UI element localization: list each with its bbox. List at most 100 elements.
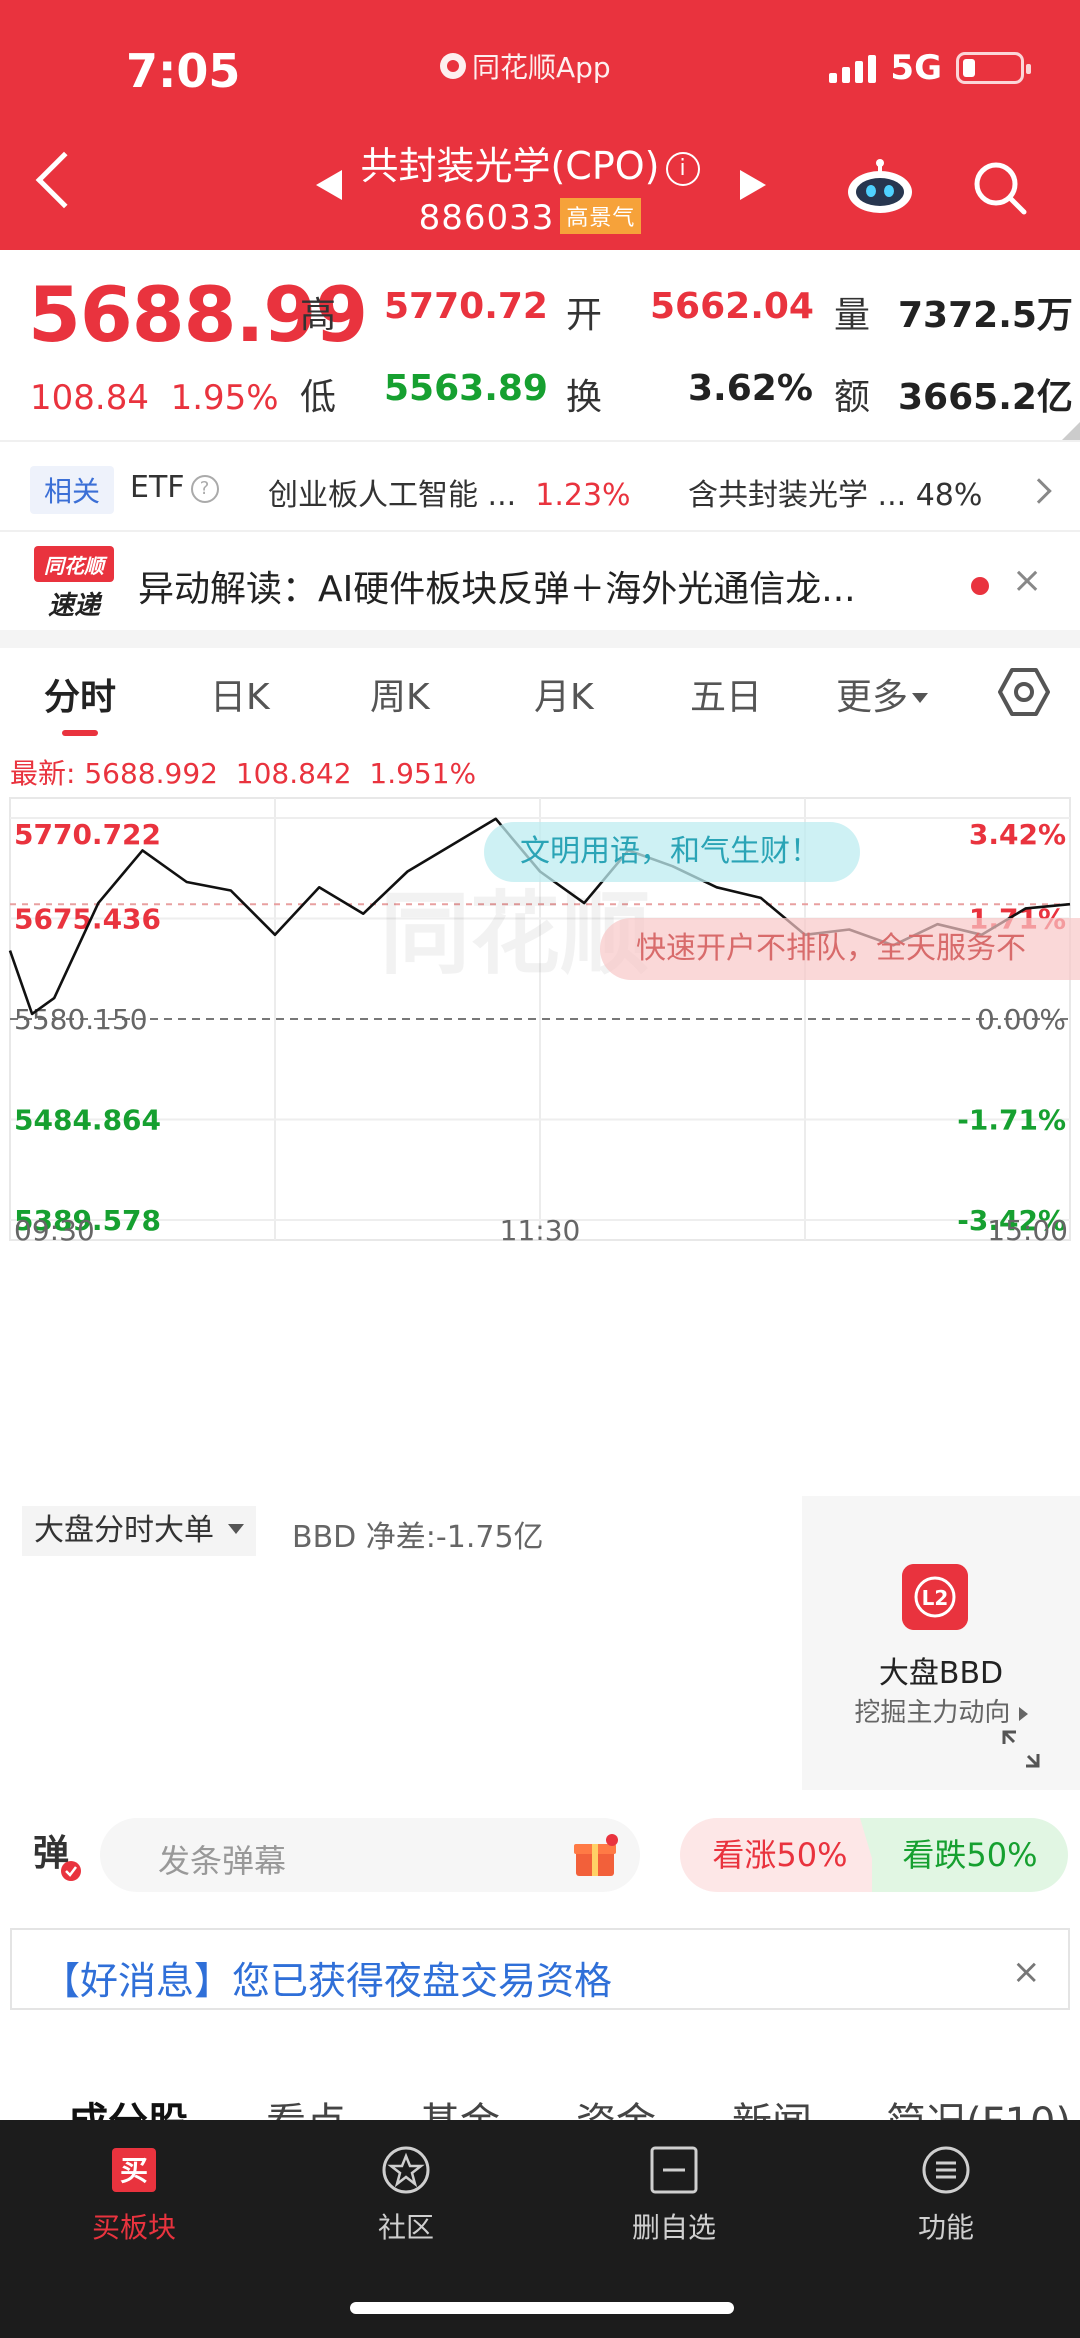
tab-more-label: 更多 (836, 677, 909, 718)
danmu-bubble: 文明用语，和气生财！ (484, 822, 860, 882)
code-row: 886033 高景气 (300, 198, 760, 238)
title-text: 共封装光学(CPO) (360, 144, 660, 188)
bbd-card-subtitle-text: 挖掘主力动向 (854, 1698, 1011, 1728)
home-indicator[interactable] (350, 2302, 734, 2314)
danmu-bar: 弹 发条弹幕 看涨50% 看跌50% (0, 1800, 1080, 1910)
nav-label: 删自选 (631, 2211, 716, 2244)
time-tick-label: 15:00 (987, 1214, 1068, 1247)
vote-bullish-button[interactable]: 看涨50% (680, 1818, 880, 1892)
battery-icon (956, 52, 1031, 84)
gift-icon[interactable] (572, 1834, 618, 1878)
amount-label: 额 (834, 377, 871, 418)
high-value: 5770.72 (384, 286, 548, 327)
price-tick-label: 5770.722 (14, 818, 161, 851)
remove-watchlist-icon (650, 2146, 698, 2194)
search-icon[interactable] (972, 160, 1028, 216)
chevron-down-icon (912, 693, 929, 703)
info-icon[interactable]: i (665, 152, 700, 186)
l2-icon: L2 (902, 1564, 968, 1630)
heat-tag: 高景气 (560, 198, 642, 234)
status-time: 7:05 (126, 44, 241, 98)
close-icon[interactable]: × (1012, 560, 1042, 601)
tab-funds[interactable]: 基金 (420, 2090, 500, 2120)
etf-percent: 1.23% (535, 478, 631, 513)
tab-f10[interactable]: 简况(F10) (886, 2090, 1071, 2120)
etf-label[interactable]: ETF? (130, 470, 219, 505)
danmu-bubble: 快速开户不排队，全天服务不 (600, 918, 1080, 980)
check-badge-icon (61, 1861, 81, 1881)
detail-tabs: 成分股 看点 基金 资金 新闻 简况(F10) (0, 2060, 1080, 2120)
quote-panel[interactable]: 5688.99 108.84 1.95% 高 5770.72 开 5662.04… (0, 250, 1080, 440)
volume-label: 量 (834, 295, 871, 336)
good-news-text[interactable]: 【好消息】您已获得夜盘交易资格 (42, 1950, 612, 2005)
danmu-input[interactable]: 发条弹幕 (100, 1818, 640, 1892)
nav-remove-watchlist[interactable]: 删自选 (574, 2144, 774, 2246)
play-triangle-icon (1018, 1707, 1028, 1721)
tab-constituents[interactable]: 成分股 (68, 2090, 188, 2120)
page-title: 共封装光学(CPO) i (300, 135, 760, 190)
tab-monthly-k[interactable]: 月K (534, 668, 594, 720)
tab-weekly-k[interactable]: 周K (370, 668, 430, 720)
news-flash-logo: 同花顺 速递 (34, 546, 114, 621)
etf-text: ETF (130, 470, 185, 505)
news-flash-row[interactable]: 同花顺 速递 异动解读：AI硬件板块反弹＋海外光通信龙... × (0, 540, 1080, 630)
community-icon (382, 2146, 430, 2194)
related-row[interactable]: 相关 ETF? 创业板人工智能 ... 1.23% 含共封装光学 ... 48% (0, 446, 1080, 530)
nav-label: 社区 (377, 2211, 434, 2244)
back-icon[interactable] (35, 151, 93, 209)
low-label: 低 (300, 377, 337, 418)
divider (0, 530, 1080, 532)
related-tag: 相关 (30, 466, 115, 514)
fullscreen-icon[interactable] (1000, 1728, 1042, 1770)
bbd-selector[interactable]: 大盘分时大单 (22, 1506, 256, 1556)
tab-capital[interactable]: 资金 (576, 2090, 656, 2120)
price-tick-label: 5675.436 (14, 903, 161, 936)
price-tick-label: 5484.864 (14, 1104, 161, 1137)
good-news-banner[interactable]: 【好消息】您已获得夜盘交易资格 × (10, 1928, 1070, 2010)
chart-tabs: 分时 日K 周K 月K 五日 更多 (0, 648, 1080, 740)
tab-news[interactable]: 新闻 (732, 2090, 812, 2120)
open-label: 开 (566, 295, 603, 336)
tab-highlights[interactable]: 看点 (266, 2090, 346, 2120)
tab-intraday[interactable]: 分时 (44, 668, 116, 720)
volume-value: 7372.5万 (898, 295, 1073, 336)
close-icon[interactable]: × (1012, 1952, 1041, 1992)
high-label: 高 (300, 295, 337, 336)
price-axis: 5770.7225675.4365580.1505484.8645389.578 (14, 818, 161, 1237)
related-stock-item[interactable]: 含共封装光学 ... 48% (688, 470, 982, 514)
nav-buy-sector[interactable]: 买 买板块 (34, 2144, 234, 2246)
help-icon[interactable]: ? (190, 475, 219, 503)
bbd-net-value: BBD 净差:-1.75亿 (292, 1520, 544, 1555)
nav-functions[interactable]: 功能 (846, 2144, 1046, 2246)
news-headline[interactable]: 异动解读：AI硬件板块反弹＋海外光通信龙... (138, 560, 856, 612)
chevron-down-icon (227, 1524, 244, 1534)
title-block[interactable]: 共封装光学(CPO) i 886033 高景气 (300, 135, 760, 238)
price-tick-label: 5580.150 (14, 1003, 148, 1036)
nav-community[interactable]: 社区 (306, 2144, 506, 2246)
status-app-name: 同花顺App (440, 46, 611, 86)
active-tab-indicator (62, 730, 98, 736)
bbd-selector-label: 大盘分时大单 (34, 1513, 214, 1548)
next-triangle-icon[interactable] (740, 170, 766, 200)
danmu-toggle-button[interactable]: 弹 (14, 1818, 88, 1890)
robot-icon[interactable] (846, 158, 914, 214)
section-gap (0, 630, 1080, 648)
news-logo-bottom: 速递 (48, 591, 103, 621)
l2-icon-text: L2 (922, 1586, 949, 1610)
tab-more[interactable]: 更多 (836, 668, 929, 720)
app-name-text: 同花顺App (472, 51, 611, 84)
amount-value: 3665.2亿 (898, 377, 1073, 418)
vote-bearish-button[interactable]: 看跌50% (872, 1818, 1068, 1892)
contains-text: 含共封装光学 ... (688, 478, 907, 513)
settings-hexagon-icon[interactable] (998, 666, 1050, 718)
chevron-right-icon[interactable] (1026, 478, 1052, 504)
tab-daily-k[interactable]: 日K (210, 668, 270, 720)
nav-label: 买板块 (91, 2211, 176, 2244)
nav-label: 功能 (917, 2211, 974, 2244)
buy-icon: 买 (112, 2148, 156, 2192)
expand-corner-icon[interactable] (1062, 422, 1080, 440)
open-value: 5662.04 (650, 286, 814, 327)
related-etf-item[interactable]: 创业板人工智能 ... 1.23% (268, 470, 631, 514)
tab-five-day[interactable]: 五日 (690, 668, 762, 720)
network-label: 5G (890, 48, 942, 88)
